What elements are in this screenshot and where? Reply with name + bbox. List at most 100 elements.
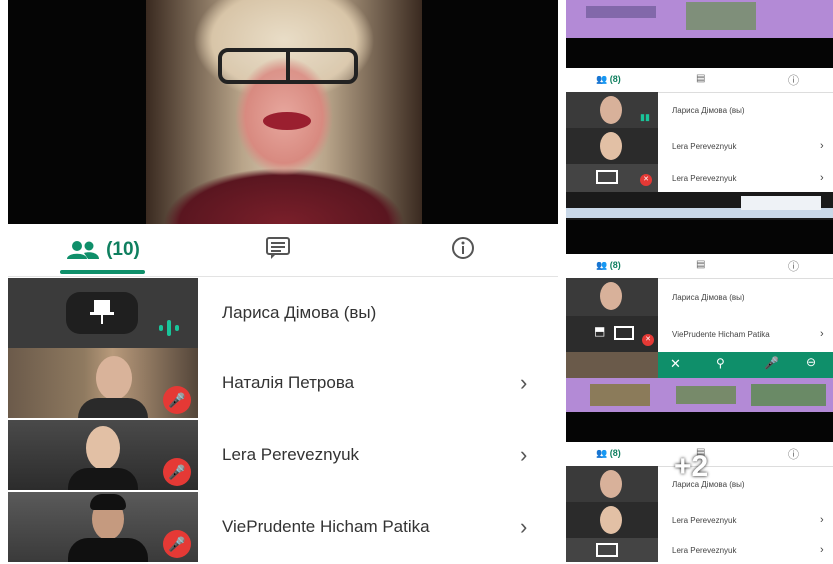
participant-thumbnail: ⬒ ✕	[566, 316, 658, 352]
close-icon[interactable]: ✕	[670, 356, 681, 372]
participant-name: Лариса Дімова (вы)	[222, 303, 377, 322]
speaker-mouth	[263, 112, 311, 130]
participant-row[interactable]: 🎤 Наталія Петрова ›	[8, 348, 558, 420]
participant-name: Lera Pereveznyuk	[672, 174, 737, 183]
participant-hair	[90, 494, 126, 510]
pin-icon[interactable]	[86, 296, 118, 333]
video-area	[566, 38, 833, 68]
screen-share-icon	[614, 326, 634, 340]
mic-off-icon: ✕	[642, 334, 654, 346]
mic-off-icon: ✕	[640, 174, 652, 186]
participant-face	[600, 470, 622, 498]
chevron-right-icon[interactable]: ›	[820, 140, 824, 152]
participant-name: Lera Pereveznyuk	[672, 142, 737, 151]
participant-body	[68, 468, 138, 490]
participant-face	[600, 132, 622, 160]
participant-thumbnail	[566, 502, 658, 538]
participant-row[interactable]: ✕ Lera Pereveznyuk ›	[566, 164, 833, 192]
chevron-right-icon[interactable]: ›	[820, 514, 824, 526]
participant-thumbnail: ▮▮	[566, 92, 658, 128]
participant-name: ViePrudente Hicham Patika	[222, 517, 430, 536]
speaker-glasses	[218, 48, 358, 84]
tab-bar: (10)	[8, 224, 558, 277]
participant-name: Lera Pereveznyuk	[222, 445, 360, 464]
overlay-more-count: +2	[674, 450, 709, 483]
banner-image	[686, 2, 756, 30]
active-tab-indicator	[60, 270, 145, 274]
participant-name: Наталія Петрова	[222, 373, 355, 392]
chat-icon[interactable]: ▤	[696, 73, 705, 84]
participant-thumbnail: 🎤	[8, 348, 198, 418]
participant-name: ViePrudente Hicham Patika	[672, 330, 770, 339]
screen-share-icon	[596, 170, 618, 184]
people-count: (8)	[609, 74, 621, 84]
chevron-right-icon[interactable]: ›	[820, 328, 824, 340]
desktop-strip	[566, 192, 833, 220]
participant-name: Lera Pereveznyuk	[672, 546, 737, 555]
participant-name: Лариса Дімова (вы)	[672, 106, 745, 115]
chevron-right-icon[interactable]: ›	[520, 420, 527, 490]
video-area	[566, 412, 833, 442]
participant-row[interactable]: 🎤 ViePrudente Hicham Patika ›	[8, 492, 558, 564]
participant-body	[78, 398, 148, 418]
main-video[interactable]	[8, 0, 558, 224]
participant-row[interactable]: ▮▮ Лариса Дімова (вы)	[566, 92, 833, 128]
people-icon[interactable]: 👥 (8)	[596, 74, 621, 85]
chevron-right-icon[interactable]: ›	[820, 544, 824, 556]
chevron-right-icon[interactable]: ›	[520, 348, 527, 418]
participant-face	[600, 282, 622, 310]
participant-row[interactable]: Lera Pereveznyuk ›	[566, 502, 833, 538]
info-icon	[451, 236, 475, 265]
people-icon[interactable]: 👥 (8)	[596, 448, 621, 459]
tab-people[interactable]: (10)	[48, 224, 158, 276]
video-area	[566, 220, 833, 254]
tab-info[interactable]	[433, 224, 493, 276]
participant-thumbnail	[566, 538, 658, 562]
tab-bar-small: 👥 (8) ▤ ⓘ	[566, 68, 833, 93]
participant-face	[96, 356, 132, 400]
main-meeting-panel: (10) Лариса Дімова (вы) 🎤 Наталія Петров…	[8, 0, 558, 562]
participant-thumbnail	[566, 128, 658, 164]
participant-row[interactable]: ⬒ ✕ ViePrudente Hicham Patika ›	[566, 316, 833, 352]
mic-off-icon: 🎤	[163, 530, 191, 558]
participant-body	[68, 538, 148, 562]
participant-actions-bar: ✕ ⚲ 🎤 ⊖	[658, 352, 833, 378]
presentation-banner	[566, 378, 833, 412]
mic-off-icon[interactable]: 🎤	[764, 356, 779, 370]
desktop-dialog	[741, 196, 821, 210]
info-icon[interactable]: ⓘ	[788, 72, 799, 88]
speaking-indicator-icon: ▮▮	[640, 112, 650, 122]
tab-bar-small: 👥 (8) ▤ ⓘ	[566, 254, 833, 279]
info-icon[interactable]: ⓘ	[788, 258, 799, 274]
tab-chat[interactable]	[248, 224, 308, 276]
info-icon[interactable]: ⓘ	[788, 446, 799, 462]
participant-face	[600, 506, 622, 534]
speaking-indicator-icon	[158, 318, 180, 343]
right-screenshot-column: 👥 (8) ▤ ⓘ ▮▮ Лариса Дімова (вы) Lera Per…	[566, 0, 833, 562]
pin-icon[interactable]: ⚲	[716, 356, 725, 370]
people-count: (8)	[609, 260, 621, 270]
chat-icon[interactable]: ▤	[696, 259, 705, 270]
people-count: (10)	[106, 239, 140, 260]
banner-text-block	[586, 6, 656, 18]
pin-icon[interactable]: ⬒	[594, 324, 605, 338]
people-icon[interactable]: 👥 (8)	[596, 260, 621, 271]
banner-image	[676, 386, 736, 404]
participant-row[interactable]: 🎤 Lera Pereveznyuk ›	[8, 420, 558, 492]
banner-image	[590, 384, 650, 406]
participant-name: Lera Pereveznyuk	[672, 516, 737, 525]
chevron-right-icon[interactable]: ›	[820, 172, 824, 184]
participant-row[interactable]: ✕ ⚲ 🎤 ⊖	[566, 352, 833, 378]
presentation-banner	[566, 0, 833, 38]
participant-thumbnail	[8, 278, 198, 348]
remove-icon[interactable]: ⊖	[806, 355, 816, 369]
participant-row[interactable]: Lera Pereveznyuk ›	[566, 128, 833, 164]
mic-off-icon: 🎤	[163, 386, 191, 414]
participant-thumbnail: 🎤	[8, 420, 198, 490]
participant-thumbnail: 🎤	[8, 492, 198, 562]
participant-row[interactable]: Lera Pereveznyuk ›	[566, 538, 833, 562]
participant-row[interactable]: Лариса Дімова (вы)	[8, 278, 558, 350]
participant-row[interactable]: Лариса Дімова (вы)	[566, 278, 833, 316]
participant-thumbnail: ✕	[566, 164, 658, 192]
chevron-right-icon[interactable]: ›	[520, 492, 527, 562]
